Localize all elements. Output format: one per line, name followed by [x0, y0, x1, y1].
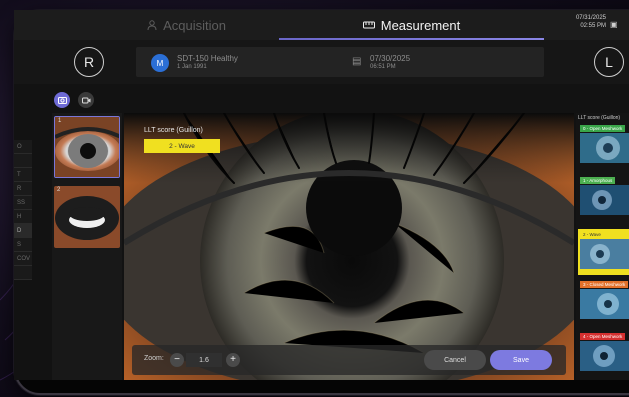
tab-measurement[interactable]: Measurement: [279, 10, 544, 40]
llt-score-label: LLT score (Guillon): [144, 127, 203, 134]
thumbnail-1[interactable]: 1: [54, 116, 120, 178]
reference-label: 2 - Wave: [580, 231, 604, 238]
photo-mode-button[interactable]: [54, 92, 70, 108]
thumbnail-number: 2: [57, 187, 61, 193]
reference-item-selected[interactable]: 2 - Wave: [578, 229, 629, 275]
patient-dob: 1 Jan 1991: [177, 64, 207, 70]
side-menu-item[interactable]: S: [14, 238, 32, 252]
left-eye-label: L: [605, 54, 613, 70]
reference-item[interactable]: 3 - Closed Meshwork: [580, 281, 629, 325]
avatar: M: [151, 54, 169, 72]
video-icon: [81, 97, 90, 103]
llt-reference-panel: LLT score (Guillon) 0 - Open Meshwork 1 …: [576, 113, 629, 380]
reference-label: 0 - Open Meshwork: [580, 125, 626, 132]
cancel-button[interactable]: Cancel: [424, 350, 486, 370]
reference-image: [580, 239, 629, 269]
zoom-label: Zoom:: [144, 355, 164, 362]
thumbnail-2[interactable]: 2: [54, 186, 120, 248]
main-eye-image[interactable]: LLT score (Guillon) 2 - Wave Zoom: − 1.6…: [124, 113, 574, 380]
eye-thumbnail-image: [54, 186, 120, 248]
eye-image: [124, 113, 574, 380]
reference-item[interactable]: 1 - Amorphous: [580, 177, 629, 221]
side-menu-item[interactable]: O: [14, 140, 32, 154]
thumbnail-number: 1: [58, 118, 62, 124]
patient-bar: R M SDT-150 Healthy 1 Jan 1991 ▤ 07/30/2…: [14, 40, 629, 84]
video-mode-button[interactable]: [78, 92, 94, 108]
left-eye-button[interactable]: L: [594, 47, 624, 77]
capture-thumbnail-list: 1 2: [52, 113, 122, 380]
person-icon: [147, 20, 157, 30]
side-menu-item[interactable]: H: [14, 210, 32, 224]
zoom-in-button[interactable]: +: [226, 353, 240, 367]
reference-item[interactable]: 0 - Open Meshwork: [580, 125, 629, 169]
save-button[interactable]: Save: [490, 350, 552, 370]
side-menu-item[interactable]: R: [14, 182, 32, 196]
side-menu-item[interactable]: COV: [14, 252, 32, 266]
tab-measurement-label: Measurement: [380, 17, 461, 33]
right-eye-label: R: [83, 54, 95, 70]
patient-card[interactable]: M SDT-150 Healthy 1 Jan 1991 ▤ 07/30/202…: [136, 47, 544, 77]
top-navigation: Acquisition Measurement 07/31/2025 02:55…: [14, 10, 629, 40]
reference-image: [580, 133, 629, 163]
tab-acquisition[interactable]: Acquisition: [94, 10, 279, 40]
patient-name: SDT-150 Healthy: [177, 54, 238, 63]
side-menu-item[interactable]: SS: [14, 196, 32, 210]
reference-image: [580, 289, 629, 319]
zoom-out-button[interactable]: −: [170, 353, 184, 367]
reference-image: [580, 185, 629, 215]
llt-score-value[interactable]: 2 - Wave: [144, 139, 220, 153]
zoom-toolbar: Zoom: − 1.6 + Cancel Save: [132, 345, 566, 375]
exam-date: 07/30/2025: [370, 54, 411, 63]
ruler-icon: [362, 21, 375, 29]
exam-time: 06:51 PM: [370, 64, 396, 70]
current-time: 02:55 PM: [580, 23, 606, 29]
reference-label: 1 - Amorphous: [580, 177, 616, 184]
zoom-value[interactable]: 1.6: [186, 353, 222, 367]
reference-item[interactable]: 4 - Open Meshwork: [580, 333, 629, 377]
reference-label: 3 - Closed Meshwork: [580, 281, 629, 288]
document-icon[interactable]: ▣: [610, 20, 618, 29]
side-menu-item[interactable]: T: [14, 168, 32, 182]
right-eye-button[interactable]: R: [74, 47, 104, 77]
current-date: 07/31/2025: [575, 15, 606, 21]
avatar-initial: M: [156, 58, 164, 68]
side-menu-item[interactable]: D: [14, 224, 32, 238]
app-screen: Acquisition Measurement 07/31/2025 02:55…: [14, 10, 629, 380]
camera-icon: [57, 97, 67, 104]
side-menu-item[interactable]: [14, 154, 32, 168]
side-menu-item[interactable]: [14, 266, 32, 280]
tab-acquisition-label: Acquisition: [163, 17, 226, 33]
reference-image: [580, 341, 629, 371]
datetime: 07/31/2025 02:55 PM: [546, 14, 606, 30]
reference-label: 4 - Open Meshwork: [580, 333, 626, 340]
reference-title: LLT score (Guillon): [578, 115, 621, 121]
calendar-file-icon: ▤: [352, 56, 362, 67]
side-menu-strip: O T R SS H D S COV: [14, 140, 32, 330]
eye-thumbnail-image: [55, 117, 119, 177]
